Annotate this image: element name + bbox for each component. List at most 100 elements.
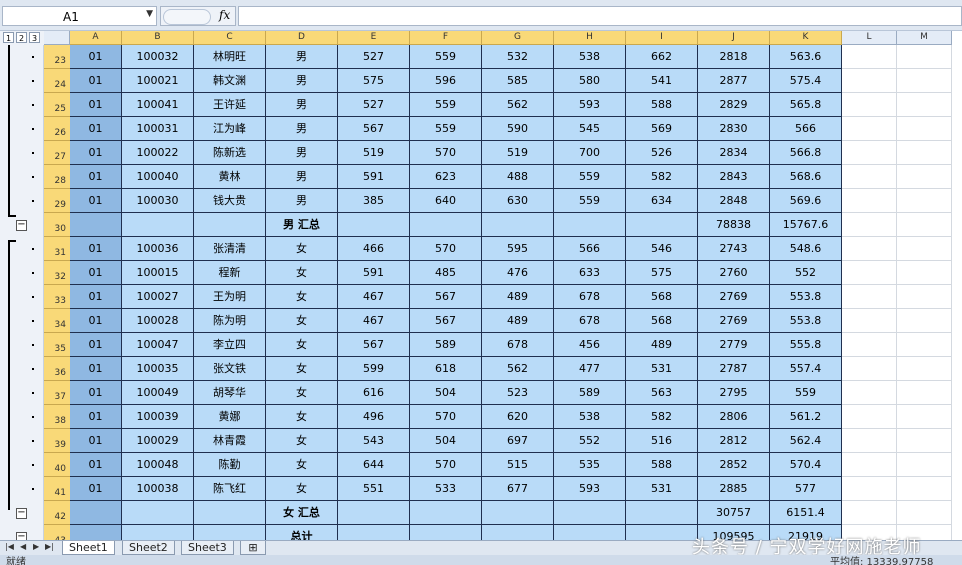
next-sheet-icon[interactable]: ▶ [33, 542, 39, 551]
cell-d[interactable]: 男 [266, 165, 338, 189]
sheet-tab-sheet2[interactable]: Sheet2 [122, 541, 175, 555]
cell-l[interactable] [842, 453, 897, 477]
cell-m[interactable] [897, 189, 952, 213]
cell-f[interactable]: 570 [410, 453, 482, 477]
row-header[interactable]: 36 [44, 357, 70, 381]
cell-l[interactable] [842, 69, 897, 93]
cell-l[interactable] [842, 357, 897, 381]
cell-b[interactable]: 100029 [122, 429, 194, 453]
cell-h[interactable]: 633 [554, 261, 626, 285]
cell-b[interactable]: 100028 [122, 309, 194, 333]
collapse-group-button[interactable]: − [16, 220, 27, 231]
cell-j[interactable]: 2848 [698, 189, 770, 213]
row-header[interactable]: 29 [44, 189, 70, 213]
insert-sheet-icon[interactable]: ⊞ [240, 541, 266, 555]
cell-i[interactable]: 582 [626, 165, 698, 189]
cell-f[interactable]: 570 [410, 141, 482, 165]
column-header-a[interactable]: A [70, 31, 122, 45]
cell-l[interactable] [842, 429, 897, 453]
outline-level-1-button[interactable]: 1 [3, 32, 14, 43]
cell-e[interactable]: 466 [338, 237, 410, 261]
cell-e[interactable] [338, 501, 410, 525]
cell-c[interactable]: 黄林 [194, 165, 266, 189]
cell-g[interactable]: 677 [482, 477, 554, 501]
cell-b[interactable] [122, 213, 194, 237]
cell-c[interactable]: 钱大贵 [194, 189, 266, 213]
cell-l[interactable] [842, 45, 897, 69]
column-header-i[interactable]: I [626, 31, 698, 45]
cell-i[interactable]: 531 [626, 357, 698, 381]
cell-g[interactable]: 630 [482, 189, 554, 213]
cell-l[interactable] [842, 213, 897, 237]
row-header[interactable]: 28 [44, 165, 70, 189]
cell-g[interactable]: 489 [482, 309, 554, 333]
chevron-down-icon[interactable]: ▼ [146, 9, 153, 19]
cell-c[interactable]: 黄娜 [194, 405, 266, 429]
cell-m[interactable] [897, 381, 952, 405]
insert-function-icon[interactable]: fx [219, 8, 230, 22]
cell-l[interactable] [842, 309, 897, 333]
cell-k[interactable]: 569.6 [770, 189, 842, 213]
cell-h[interactable] [554, 501, 626, 525]
cell-i[interactable]: 568 [626, 309, 698, 333]
cell-b[interactable]: 100022 [122, 141, 194, 165]
cell-h[interactable] [554, 213, 626, 237]
cell-c[interactable]: 陈勤 [194, 453, 266, 477]
cell-d[interactable]: 男 [266, 93, 338, 117]
cell-k[interactable]: 559 [770, 381, 842, 405]
cell-k[interactable]: 15767.6 [770, 213, 842, 237]
cell-j[interactable]: 2843 [698, 165, 770, 189]
cell-k[interactable]: 553.8 [770, 285, 842, 309]
cell-j[interactable]: 78838 [698, 213, 770, 237]
cell-m[interactable] [897, 45, 952, 69]
cell-a[interactable]: 01 [70, 69, 122, 93]
cell-k[interactable]: 575.4 [770, 69, 842, 93]
cell-l[interactable] [842, 285, 897, 309]
row-header[interactable]: 23 [44, 45, 70, 69]
cell-m[interactable] [897, 141, 952, 165]
cell-d[interactable]: 女 [266, 405, 338, 429]
cell-e[interactable]: 567 [338, 117, 410, 141]
cell-c[interactable]: 王为明 [194, 285, 266, 309]
outline-level-2-button[interactable]: 2 [16, 32, 27, 43]
cell-c[interactable]: 陈为明 [194, 309, 266, 333]
cell-h[interactable]: 477 [554, 357, 626, 381]
column-header-k[interactable]: K [770, 31, 842, 45]
cell-c[interactable]: 张文铁 [194, 357, 266, 381]
cell-a[interactable]: 01 [70, 189, 122, 213]
cell-i[interactable]: 563 [626, 381, 698, 405]
cell-k[interactable]: 562.4 [770, 429, 842, 453]
column-header-f[interactable]: F [410, 31, 482, 45]
cell-c[interactable]: 陈飞红 [194, 477, 266, 501]
cell-c[interactable]: 陈新选 [194, 141, 266, 165]
cell-a[interactable]: 01 [70, 261, 122, 285]
cell-j[interactable]: 2787 [698, 357, 770, 381]
row-header[interactable]: 42 [44, 501, 70, 525]
cell-m[interactable] [897, 333, 952, 357]
cell-i[interactable]: 568 [626, 285, 698, 309]
cell-a[interactable]: 01 [70, 285, 122, 309]
cell-l[interactable] [842, 237, 897, 261]
cell-e[interactable]: 385 [338, 189, 410, 213]
cell-g[interactable] [482, 501, 554, 525]
cell-g[interactable]: 519 [482, 141, 554, 165]
cell-f[interactable]: 559 [410, 45, 482, 69]
cell-e[interactable]: 519 [338, 141, 410, 165]
cell-g[interactable]: 620 [482, 405, 554, 429]
cell-j[interactable]: 2830 [698, 117, 770, 141]
cell-b[interactable]: 100049 [122, 381, 194, 405]
cell-m[interactable] [897, 429, 952, 453]
cell-b[interactable]: 100038 [122, 477, 194, 501]
cell-f[interactable]: 533 [410, 477, 482, 501]
cell-d[interactable]: 女 [266, 309, 338, 333]
cell-h[interactable]: 559 [554, 165, 626, 189]
cell-c[interactable]: 林青霞 [194, 429, 266, 453]
cell-c[interactable]: 张清清 [194, 237, 266, 261]
cell-f[interactable]: 640 [410, 189, 482, 213]
cell-e[interactable]: 527 [338, 93, 410, 117]
cell-f[interactable]: 559 [410, 93, 482, 117]
column-header-g[interactable]: G [482, 31, 554, 45]
cell-b[interactable]: 100021 [122, 69, 194, 93]
cell-g[interactable]: 515 [482, 453, 554, 477]
cell-d[interactable]: 女 [266, 453, 338, 477]
